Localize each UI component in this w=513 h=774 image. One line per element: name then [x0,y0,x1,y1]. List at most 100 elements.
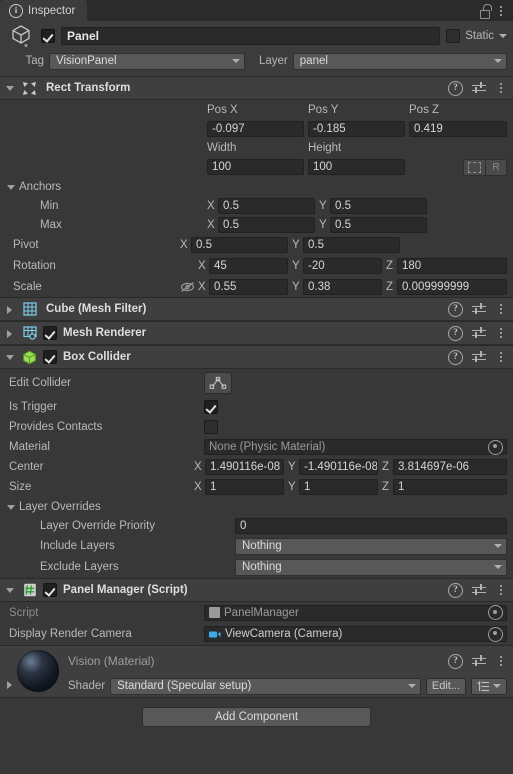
provides-contacts-checkbox[interactable] [204,420,218,434]
rotation-x-input[interactable]: 45 [209,258,288,274]
preset-icon[interactable] [472,303,486,316]
tab-inspector-label: Inspector [28,4,76,17]
pos-y-input[interactable]: -0.185 [308,120,405,137]
component-header-rect-transform[interactable]: Rect Transform ? [0,76,513,100]
edit-collider-button[interactable] [204,372,232,394]
kebab-menu-icon[interactable] [495,81,507,95]
scale-z-input[interactable]: 0.009999999 [397,278,507,295]
kebab-menu-icon[interactable] [495,654,507,668]
layer-overrides-foldout-row[interactable]: Layer Overrides [0,497,513,516]
collider-size-z-input[interactable]: 1 [393,479,507,495]
box-collider-enabled-checkbox[interactable] [43,350,57,364]
width-input[interactable]: 100 [207,159,304,175]
eye-slash-icon[interactable] [180,281,195,293]
anchor-min-x-input[interactable]: 0.5 [218,197,315,214]
add-component-button[interactable]: Add Component [142,707,371,727]
kebab-menu-icon[interactable] [495,302,507,316]
raw-edit-button[interactable]: R [485,158,507,176]
gameobject-name-input[interactable]: Panel [61,27,441,45]
center-y-input[interactable]: -1.490116e-08 [299,459,378,475]
rotation-z-input[interactable]: 180 [397,258,507,274]
panel-manager-enabled-checkbox[interactable] [43,583,57,597]
anchor-max-y-input[interactable]: 0.5 [330,216,427,233]
foldout-arrow-icon[interactable] [4,327,16,339]
anchors-foldout-row[interactable]: Anchors [0,177,513,196]
center-x-input[interactable]: 1.490116e-08 [205,459,284,475]
help-icon[interactable]: ? [448,325,463,341]
pivot-x-value: 0.5 [196,239,212,251]
exclude-layers-dropdown[interactable]: Nothing [235,558,507,576]
collider-size-y-input[interactable]: 1 [299,479,378,495]
preset-icon[interactable] [472,351,486,364]
gameobject-enabled-checkbox[interactable] [41,29,55,43]
center-z-input[interactable]: 3.814697e-06 [393,459,507,475]
shader-edit-button[interactable]: Edit... [425,677,466,695]
preset-icon[interactable] [472,584,486,597]
anchors-label: Anchors [19,180,62,193]
material-header: Vision (Material) ? Shader Standard (Spe… [0,645,513,697]
collider-size-x-input[interactable]: 1 [205,479,284,495]
help-icon[interactable]: ? [448,349,463,365]
anchor-min-y-value: 0.5 [335,199,351,212]
preset-icon[interactable] [472,82,486,95]
script-label: Script [9,606,39,619]
help-icon[interactable]: ? [448,80,463,96]
component-header-mesh-filter[interactable]: Cube (Mesh Filter) ? [0,297,513,321]
shader-preset-button[interactable] [471,677,507,695]
tab-inspector[interactable]: i Inspector [0,0,88,21]
help-icon[interactable]: ? [448,301,463,317]
foldout-arrow-icon[interactable] [5,501,17,513]
help-icon[interactable]: ? [448,653,463,669]
component-header-mesh-renderer[interactable]: Mesh Renderer ? [0,321,513,345]
static-dropdown-caret-icon[interactable] [499,34,507,38]
rotation-y-input[interactable]: -20 [303,258,382,274]
scale-y-input[interactable]: 0.38 [303,278,382,295]
object-picker-icon[interactable] [488,626,503,642]
pivot-x-input[interactable]: 0.5 [191,237,288,253]
foldout-arrow-icon[interactable] [4,351,16,363]
height-input[interactable]: 100 [308,159,405,175]
unlocked-padlock-icon[interactable] [479,3,493,19]
shader-dropdown[interactable]: Standard (Specular setup) [110,677,421,695]
kebab-menu-icon[interactable] [495,583,507,597]
kebab-menu-icon[interactable] [495,4,507,18]
pos-z-input[interactable]: 0.419 [409,120,507,137]
scale-y-value: 0.38 [308,280,331,293]
blueprint-mode-button[interactable] [463,158,485,176]
help-icon[interactable]: ? [448,582,463,598]
component-header-panel-manager[interactable]: Panel Manager (Script) ? [0,578,513,602]
kebab-menu-icon[interactable] [495,350,507,364]
scale-x-input[interactable]: 0.55 [209,278,288,295]
exclude-layers-value: Nothing [242,561,282,573]
display-render-camera-field[interactable]: ViewCamera (Camera) [204,626,507,642]
include-layers-row: Include Layers Nothing [0,536,513,556]
foldout-arrow-icon[interactable] [4,303,16,315]
object-picker-icon[interactable] [488,439,503,455]
preset-icon[interactable] [472,655,486,668]
kebab-menu-icon[interactable] [495,326,507,340]
layer-override-priority-input[interactable]: 0 [235,518,507,534]
add-component-label: Add Component [214,711,299,723]
cs-script-icon [21,582,38,599]
include-layers-dropdown[interactable]: Nothing [235,537,507,555]
edit-collider-label: Edit Collider [9,377,71,389]
foldout-arrow-icon[interactable] [4,82,16,94]
tag-dropdown[interactable]: VisionPanel [49,52,245,70]
preset-icon[interactable] [472,327,486,340]
height-header: Height [308,141,342,154]
physic-material-field[interactable]: None (Physic Material) [204,439,507,455]
component-header-box-collider[interactable]: Box Collider ? [0,345,513,369]
foldout-arrow-icon[interactable] [4,678,16,690]
anchor-min-y-input[interactable]: 0.5 [330,197,427,214]
is-trigger-checkbox[interactable] [204,400,218,414]
display-render-camera-label: Display Render Camera [9,628,132,640]
static-checkbox[interactable] [446,29,461,43]
foldout-arrow-icon[interactable] [5,181,17,193]
foldout-arrow-icon[interactable] [4,584,16,596]
object-picker-icon[interactable] [488,605,503,620]
anchor-max-x-input[interactable]: 0.5 [218,216,315,233]
pos-x-input[interactable]: -0.097 [207,120,304,137]
pivot-y-input[interactable]: 0.5 [303,237,400,253]
mesh-renderer-enabled-checkbox[interactable] [43,326,57,340]
layer-dropdown[interactable]: panel [292,52,507,70]
